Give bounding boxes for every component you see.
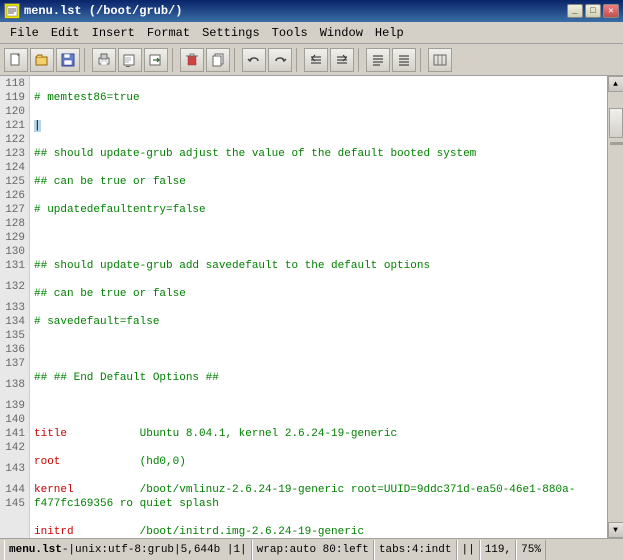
code-line-132: kernel /boot/vmlinuz-2.6.24-19-generic r… — [34, 483, 603, 511]
code-line-131: root (hd0,0) — [34, 455, 603, 469]
status-tabs-label: tabs:4:indt — [379, 544, 452, 556]
status-line: 119, — [480, 540, 516, 560]
separator6 — [420, 48, 424, 72]
app-icon — [4, 3, 20, 19]
separator3 — [234, 48, 238, 72]
code-line-133: initrd /boot/initrd.img-2.6.24-19-generi… — [34, 525, 603, 538]
status-filename: menu.lst -|unix:utf-8:grub|5,644b |1| — [4, 540, 252, 560]
export-button[interactable] — [144, 48, 168, 72]
format2-button[interactable] — [392, 48, 416, 72]
indent-right-button[interactable] — [330, 48, 354, 72]
redo-button[interactable] — [268, 48, 292, 72]
menu-tools[interactable]: Tools — [266, 24, 314, 42]
status-tabs: tabs:4:indt — [374, 540, 457, 560]
menu-file[interactable]: File — [4, 24, 45, 42]
code-line-128: ## ## End Default Options ## — [34, 371, 603, 385]
scrollbar-thumb[interactable] — [609, 108, 623, 138]
status-wrap-label: wrap:auto 80:left — [257, 544, 369, 556]
vertical-scrollbar: ▲ ▼ — [607, 76, 623, 538]
minimize-button[interactable]: _ — [567, 4, 583, 18]
scroll-down-arrow[interactable]: ▼ — [608, 522, 623, 538]
separator1 — [84, 48, 88, 72]
maximize-button[interactable]: □ — [585, 4, 601, 18]
menu-help[interactable]: Help — [369, 24, 410, 42]
separator5 — [358, 48, 362, 72]
code-line-127 — [34, 343, 603, 357]
status-file-label: menu.lst — [9, 544, 62, 556]
app-window: menu.lst (/boot/grub/) _ □ ✕ File Edit I… — [0, 0, 623, 560]
new-button[interactable] — [4, 48, 28, 72]
status-wrap: wrap:auto 80:left — [252, 540, 374, 560]
copy-button[interactable] — [206, 48, 230, 72]
scroll-up-arrow[interactable]: ▲ — [608, 76, 623, 92]
menu-edit[interactable]: Edit — [45, 24, 86, 42]
code-line-124: ## should update-grub add savedefault to… — [34, 259, 603, 273]
close-button[interactable]: ✕ — [603, 4, 619, 18]
format1-button[interactable] — [366, 48, 390, 72]
code-line-120: ## should update-grub adjust the value o… — [34, 147, 603, 161]
separator4 — [296, 48, 300, 72]
code-line-129 — [34, 399, 603, 413]
menu-insert[interactable]: Insert — [86, 24, 141, 42]
status-bar: menu.lst -|unix:utf-8:grub|5,644b |1| wr… — [0, 538, 623, 560]
status-line-number: 119 — [485, 544, 505, 556]
code-line-118: # memtest86=true — [34, 91, 603, 105]
code-line-125: ## can be true or false — [34, 287, 603, 301]
code-editor[interactable]: # memtest86=true | ## should update-grub… — [30, 76, 607, 538]
title-bar: menu.lst (/boot/grub/) _ □ ✕ — [0, 0, 623, 22]
window-controls: _ □ ✕ — [567, 4, 619, 18]
print-button[interactable] — [92, 48, 116, 72]
menu-bar: File Edit Insert Format Settings Tools W… — [0, 22, 623, 44]
preview-button[interactable] — [118, 48, 142, 72]
code-line-123 — [34, 231, 603, 245]
line-numbers: 118 119 120 121 122 123 124 125 126 127 … — [0, 76, 30, 538]
code-line-119: | — [34, 119, 603, 133]
status-empty: || — [457, 540, 480, 560]
menu-format[interactable]: Format — [141, 24, 196, 42]
undo-button[interactable] — [242, 48, 266, 72]
code-line-126: # savedefault=false — [34, 315, 603, 329]
status-zoom-label: 75% — [521, 544, 541, 556]
window-title: menu.lst (/boot/grub/) — [24, 4, 182, 18]
extra-button[interactable] — [428, 48, 452, 72]
open-button[interactable] — [30, 48, 54, 72]
code-line-130: title Ubuntu 8.04.1, kernel 2.6.24-19-ge… — [34, 427, 603, 441]
indent-left-button[interactable] — [304, 48, 328, 72]
menu-window[interactable]: Window — [314, 24, 369, 42]
editor-container: 118 119 120 121 122 123 124 125 126 127 … — [0, 76, 623, 538]
delete-button[interactable] — [180, 48, 204, 72]
status-zoom: 75% — [516, 540, 546, 560]
save-button[interactable] — [56, 48, 80, 72]
menu-settings[interactable]: Settings — [196, 24, 266, 42]
separator2 — [172, 48, 176, 72]
code-line-122: # updatedefaultentry=false — [34, 203, 603, 217]
toolbar — [0, 44, 623, 76]
status-encoding: -|unix:utf-8:grub|5,644b |1| — [62, 544, 247, 556]
code-line-121: ## can be true or false — [34, 175, 603, 189]
